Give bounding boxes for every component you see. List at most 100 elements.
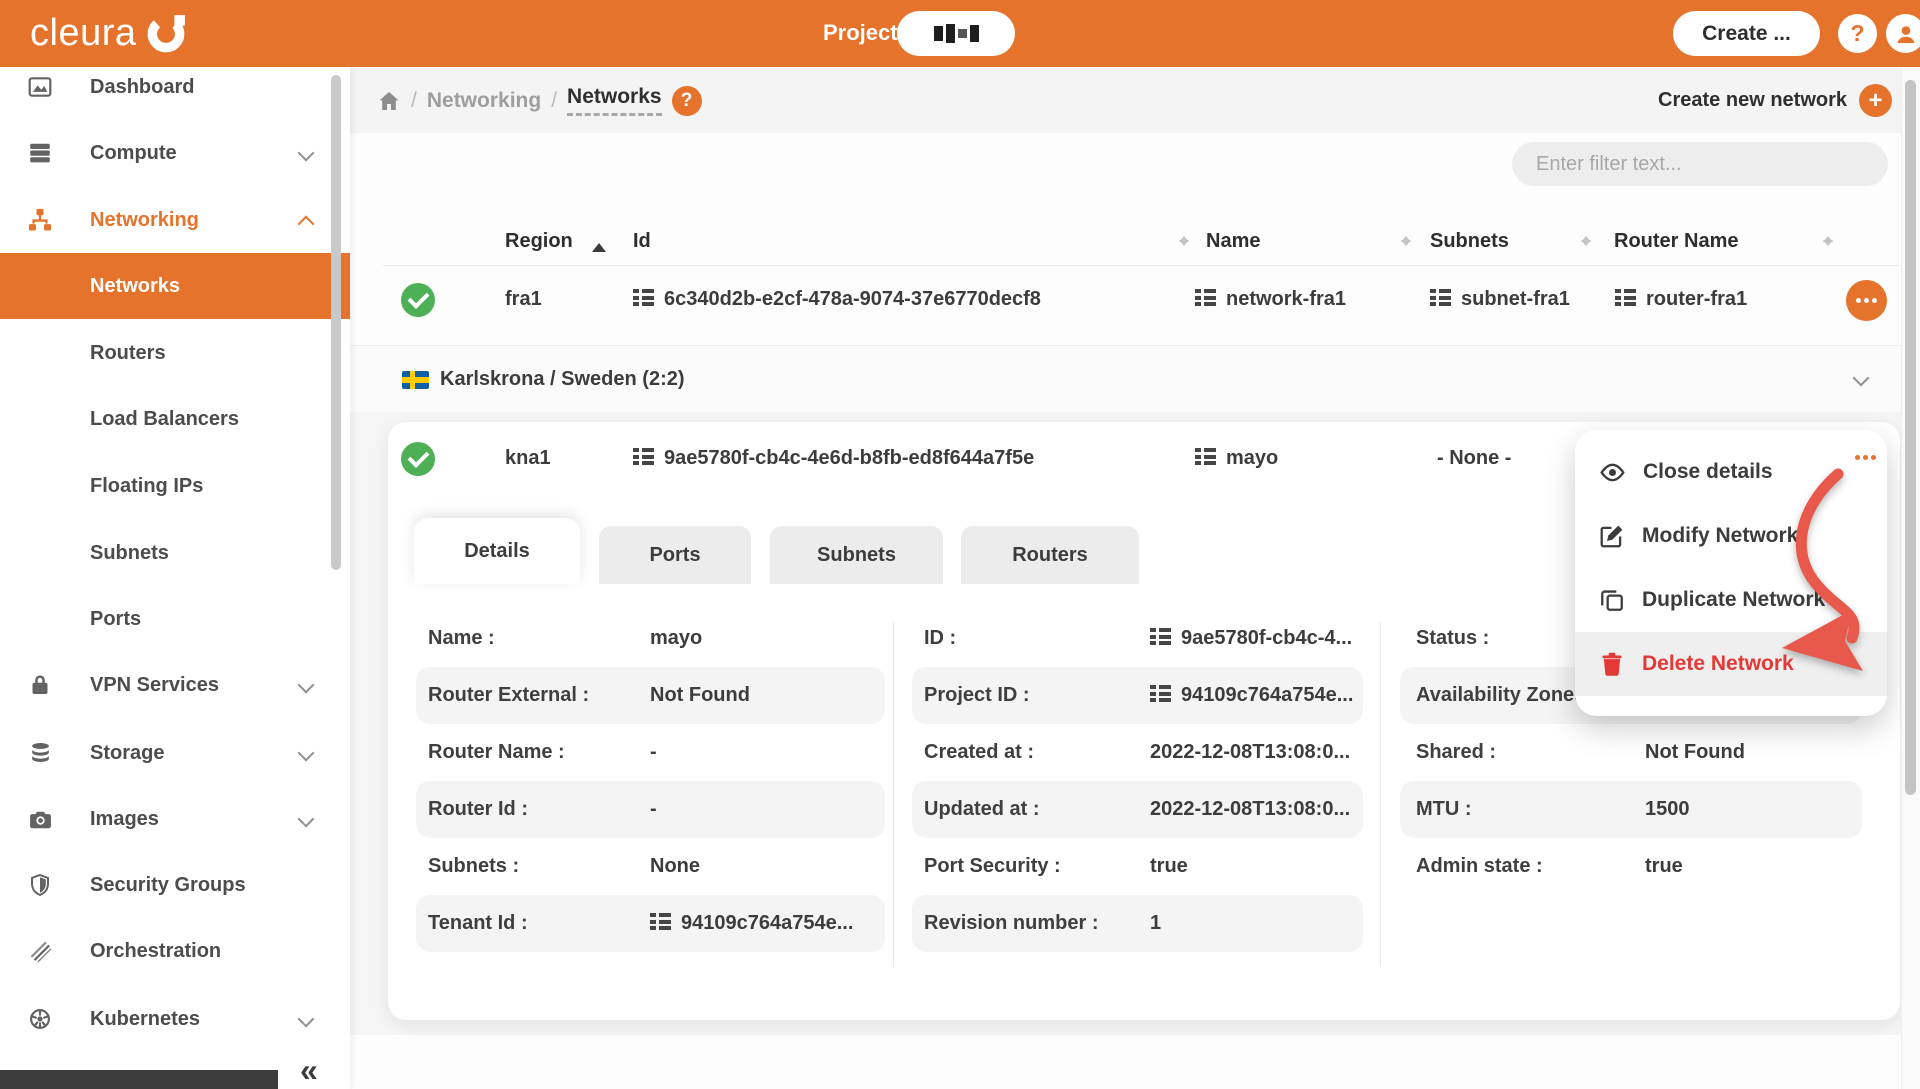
- row-context-menu: Close details Modify Network Duplicate N…: [1575, 430, 1887, 716]
- detail-row: Revision number :1: [912, 895, 1363, 952]
- sort-icon[interactable]: [1400, 230, 1414, 252]
- cell-name[interactable]: network-fra1: [1195, 288, 1346, 311]
- sort-icon[interactable]: [1580, 230, 1594, 252]
- tab-subnets[interactable]: Subnets: [770, 526, 943, 584]
- column-header-subnets[interactable]: Subnets: [1430, 230, 1509, 253]
- user-icon[interactable]: [1886, 14, 1920, 53]
- breadcrumb-bar: / Networking / Networks ? Create new net…: [350, 67, 1920, 133]
- chevron-down-icon: [298, 811, 315, 828]
- detail-row: Name :mayo: [416, 610, 885, 667]
- lock-icon: [24, 669, 56, 701]
- sidebar-item-label: Orchestration: [90, 940, 221, 963]
- sidebar-item-orchestration[interactable]: Orchestration: [0, 918, 350, 984]
- networking-icon: [24, 204, 56, 236]
- sidebar-item-label: Subnets: [90, 542, 169, 565]
- tab-routers[interactable]: Routers: [961, 526, 1139, 584]
- cell-subnets: - None -: [1437, 447, 1511, 470]
- row-actions-button[interactable]: [1846, 280, 1887, 321]
- sidebar: Dashboard Compute Networking Networks Ro…: [0, 67, 350, 1089]
- camera-icon: [24, 803, 56, 835]
- help-icon[interactable]: ?: [1838, 14, 1877, 53]
- breadcrumb-networks[interactable]: Networks: [567, 85, 662, 116]
- eye-icon: [1599, 459, 1626, 486]
- region-group-header[interactable]: Karlskrona / Sweden (2:2): [350, 345, 1920, 414]
- breadcrumb-networking[interactable]: Networking: [427, 89, 541, 113]
- menu-item-delete-network[interactable]: Delete Network: [1575, 632, 1887, 696]
- cell-region: kna1: [505, 447, 551, 470]
- sidebar-item-compute[interactable]: Compute: [0, 120, 350, 186]
- scrollbar-track[interactable]: [1901, 67, 1920, 1089]
- copy-icon: [650, 913, 671, 930]
- detail-row: Router Name :-: [416, 724, 885, 781]
- sidebar-item-kubernetes[interactable]: Kubernetes: [0, 986, 350, 1052]
- sidebar-item-vpn-services[interactable]: VPN Services: [0, 652, 350, 718]
- storage-icon: [24, 737, 56, 769]
- detail-row: Tenant Id :94109c764a754e...: [416, 895, 885, 952]
- filter-input[interactable]: [1512, 142, 1888, 186]
- sidebar-item-label: Dashboard: [90, 76, 194, 99]
- details-column-2: ID :9ae5780f-cb4c-4... Project ID :94109…: [912, 610, 1363, 952]
- cleura-logo[interactable]: cleura: [30, 12, 187, 55]
- copy-icon: [1195, 289, 1216, 306]
- copy-icon: [1150, 685, 1171, 702]
- status-ok-icon: [401, 442, 435, 476]
- create-button[interactable]: Create ...: [1673, 11, 1820, 56]
- sidebar-item-storage[interactable]: Storage: [0, 720, 350, 786]
- detail-row: Shared :Not Found: [1400, 724, 1862, 781]
- cell-router-name[interactable]: router-fra1: [1615, 288, 1747, 311]
- table-row[interactable]: kna1 e0c4ce17-2722-4777-8140-d6c87479e19…: [350, 1035, 1920, 1089]
- page-help-icon[interactable]: ?: [672, 86, 702, 116]
- detail-row: Subnets :None: [416, 838, 885, 895]
- sidebar-collapse-button[interactable]: «: [300, 1052, 318, 1089]
- sidebar-item-images[interactable]: Images: [0, 786, 350, 852]
- sidebar-scrollbar[interactable]: [331, 75, 341, 570]
- detail-row: MTU :1500: [1400, 781, 1862, 838]
- row-actions-button-open[interactable]: [1845, 437, 1886, 478]
- column-header-router-name[interactable]: Router Name: [1614, 230, 1738, 253]
- sort-icon[interactable]: [1822, 230, 1836, 252]
- menu-item-close-details[interactable]: Close details: [1575, 440, 1887, 504]
- tab-ports[interactable]: Ports: [599, 526, 751, 584]
- menu-item-duplicate-network[interactable]: Duplicate Network: [1575, 568, 1887, 632]
- sidebar-item-subnets[interactable]: Subnets: [0, 520, 350, 586]
- header-divider: [383, 265, 1900, 266]
- copy-icon: [1615, 289, 1636, 306]
- column-divider: [1380, 622, 1381, 967]
- sidebar-item-floating-ips[interactable]: Floating IPs: [0, 453, 350, 519]
- sidebar-item-label: Networks: [90, 275, 180, 298]
- sidebar-item-label: Kubernetes: [90, 1008, 200, 1031]
- column-divider: [893, 622, 894, 967]
- sidebar-item-networks[interactable]: Networks: [0, 253, 350, 319]
- sidebar-item-load-balancers[interactable]: Load Balancers: [0, 386, 350, 452]
- sidebar-item-security-groups[interactable]: Security Groups: [0, 852, 350, 918]
- detail-row: Router Id :-: [416, 781, 885, 838]
- shield-icon: [24, 869, 56, 901]
- sidebar-item-ports[interactable]: Ports: [0, 586, 350, 652]
- column-header-name[interactable]: Name: [1206, 230, 1260, 253]
- sidebar-item-networking[interactable]: Networking: [0, 187, 350, 253]
- column-header-id[interactable]: Id: [633, 230, 651, 253]
- sidebar-item-routers[interactable]: Routers: [0, 320, 350, 386]
- column-header-region[interactable]: Region: [505, 230, 573, 253]
- breadcrumb-separator: /: [411, 89, 417, 113]
- detail-row: Admin state :true: [1400, 838, 1862, 895]
- copy-icon: [1150, 628, 1171, 645]
- sort-icon[interactable]: [1178, 230, 1192, 252]
- group-label: Karlskrona / Sweden (2:2): [440, 368, 685, 391]
- duplicate-icon: [1599, 587, 1625, 613]
- detail-row: Updated at :2022-12-08T13:08:0...: [912, 781, 1363, 838]
- project-selector[interactable]: [897, 11, 1015, 56]
- scrollbar-thumb[interactable]: [1905, 80, 1916, 795]
- create-new-network-button[interactable]: Create new network +: [1658, 84, 1892, 117]
- sort-asc-icon[interactable]: [592, 236, 606, 252]
- chevron-down-icon[interactable]: [1853, 370, 1870, 387]
- detail-row: ID :9ae5780f-cb4c-4...: [912, 610, 1363, 667]
- status-ok-icon: [401, 283, 435, 317]
- tab-details[interactable]: Details: [414, 518, 580, 584]
- menu-item-modify-network[interactable]: Modify Network: [1575, 504, 1887, 568]
- cell-subnets[interactable]: subnet-fra1: [1430, 288, 1570, 311]
- cell-id[interactable]: 6c340d2b-e2cf-478a-9074-37e6770decf8: [633, 288, 1041, 311]
- home-icon[interactable]: [377, 89, 401, 113]
- cell-id[interactable]: 9ae5780f-cb4c-4e6d-b8fb-ed8f644a7f5e: [633, 447, 1034, 470]
- cell-name[interactable]: mayo: [1195, 447, 1278, 470]
